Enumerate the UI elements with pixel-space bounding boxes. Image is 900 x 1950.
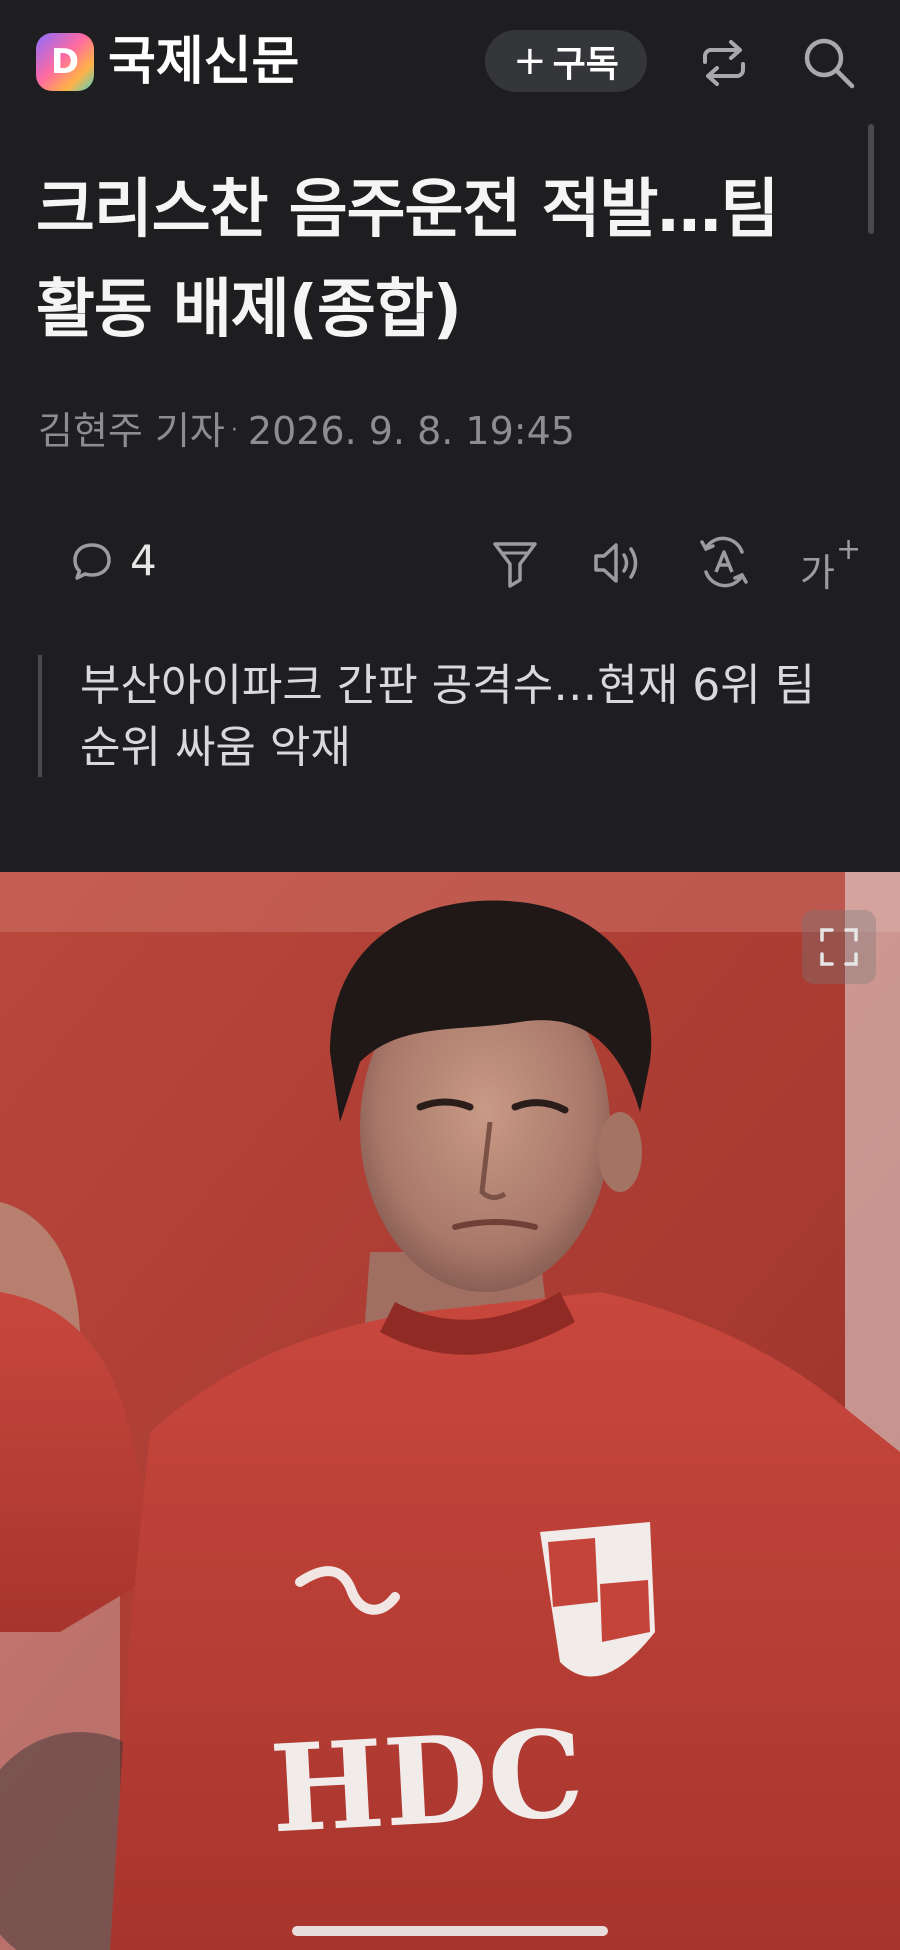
font-size-plus: + (836, 532, 862, 567)
article-summary: 부산아이파크 간판 공격수…현재 6위 팀 순위 싸움 악재 (38, 655, 858, 777)
summary-text: 부산아이파크 간판 공격수…현재 6위 팀 순위 싸움 악재 (80, 660, 816, 773)
author-name[interactable]: 김현주 기자 (38, 409, 225, 453)
byline-separator: · (230, 418, 238, 443)
comment-count[interactable]: 4 (130, 534, 157, 588)
font-size-label: 가 (800, 551, 835, 595)
plus-icon: + (513, 38, 547, 84)
translate-icon[interactable] (696, 534, 752, 590)
publish-datetime: 2026. 9. 8. 19:45 (247, 409, 575, 453)
home-indicator[interactable] (292, 1926, 608, 1936)
text-to-speech-icon[interactable] (590, 536, 646, 590)
top-bar: D 국제신문 + 구독 (0, 0, 900, 125)
subscribe-button[interactable]: + 구독 (485, 30, 647, 92)
search-icon[interactable] (800, 34, 858, 92)
font-size-button[interactable]: 가 + (796, 532, 862, 595)
share-icon[interactable] (697, 36, 751, 90)
press-logo[interactable]: D (36, 33, 94, 91)
scrollbar[interactable] (868, 124, 874, 234)
comment-icon[interactable] (70, 540, 114, 584)
subscribe-label: 구독 (552, 44, 619, 85)
summary-filter-icon[interactable] (490, 536, 540, 590)
expand-photo-button[interactable] (802, 910, 876, 984)
article-toolbar: 4 가 + (0, 520, 900, 600)
photo-illustration: HDC (0, 872, 900, 1950)
article-title: 크리스찬 음주운전 적발…팀 활동 배제(종합) (36, 173, 779, 347)
jersey-sponsor-text: HDC (267, 1703, 587, 1860)
byline: 김현주 기자 · 2026. 9. 8. 19:45 (38, 406, 575, 456)
fullscreen-icon (820, 928, 858, 966)
press-name[interactable]: 국제신문 (108, 30, 299, 94)
article-photo[interactable]: HDC (0, 872, 900, 1950)
